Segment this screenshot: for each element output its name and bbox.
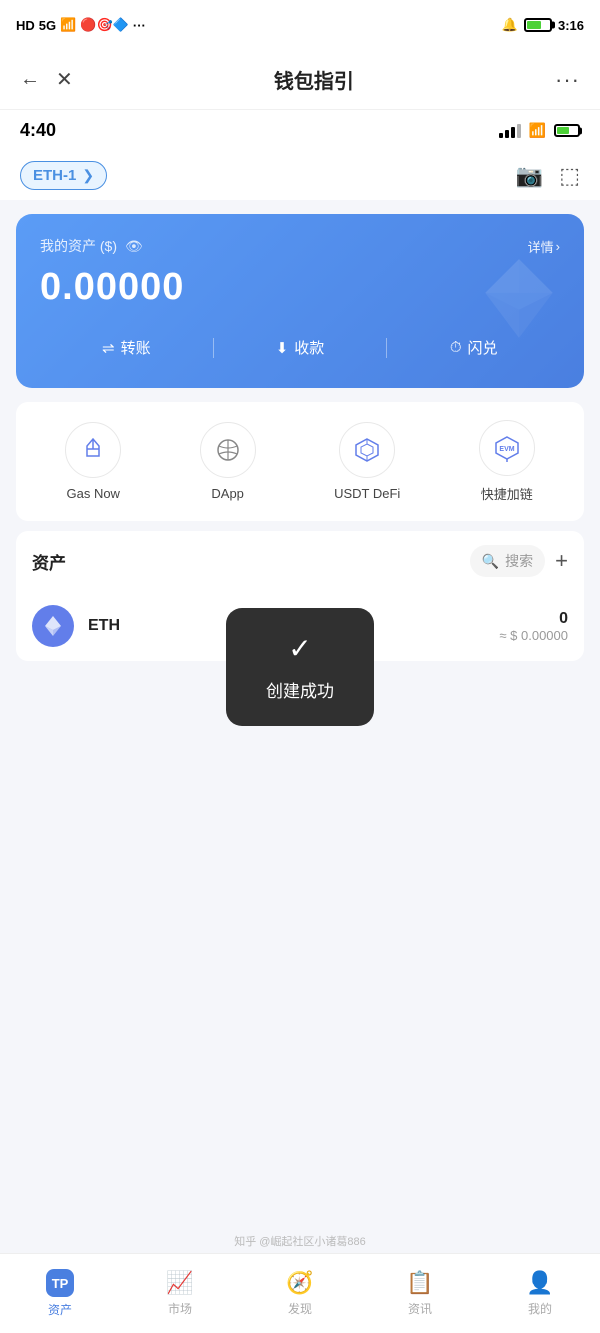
transfer-label: 转账 [121,337,151,358]
nav-left: ← ✕ [20,67,73,92]
scan-icon[interactable]: ⬚ [559,163,580,189]
usdt-defi-label: USDT DeFi [334,486,400,501]
quick-icons-row: Gas Now DApp USD [16,402,584,521]
bell-icon: 🔔 [502,17,518,33]
status-signal: 📶 [60,17,76,33]
receive-icon: ⬇ [276,339,289,357]
news-icon: 📋 [406,1270,433,1296]
app-content: 4:40 📶 ETH-1 ❯ 📷 ⬚ [0,110,600,1253]
gas-now-label: Gas Now [66,486,119,501]
inner-status-icons: 📶 [499,122,580,139]
eth-token-name: ETH [88,617,120,635]
evm-label: 快捷加链 [481,484,533,503]
transfer-button[interactable]: ⇌ 转账 [40,329,213,366]
status-hd: HD [16,18,35,33]
eth-network-badge[interactable]: ETH-1 ❯ [20,161,107,190]
dapp-icon [200,422,256,478]
tab-news[interactable]: 📋 资讯 [360,1270,480,1317]
search-box[interactable]: 🔍 搜索 [470,545,545,577]
status-time: 3:16 [558,18,584,33]
assets-section: 资产 🔍 搜索 + ETH 0 ≈ $ 0.00000 [16,531,584,661]
usdt-defi-icon [339,422,395,478]
tab-market[interactable]: 📈 市场 [120,1270,240,1317]
asset-card: 我的资产 ($) 👁 详情 › 0.00000 ⇌ 转账 ⬇ 收款 ⏱ 闪兑 [16,214,584,388]
eth-amount-column: 0 ≈ $ 0.00000 [499,610,568,643]
tab-news-label: 资讯 [408,1300,432,1317]
status-left: HD 5G 📶 🔴🎯🔷 ··· [16,17,146,33]
signal-bars-icon [499,124,521,138]
tab-discover-label: 发现 [288,1300,312,1317]
tab-profile[interactable]: 👤 我的 [480,1270,600,1317]
inner-status-bar: 4:40 📶 [0,110,600,151]
asset-label: 我的资产 ($) [40,236,117,256]
eye-icon[interactable]: 👁 [125,238,143,255]
tab-assets[interactable]: TP 资产 [0,1269,120,1318]
svg-text:EVM: EVM [499,446,514,453]
tab-profile-label: 我的 [528,1300,552,1317]
inner-battery-icon [554,124,580,137]
gas-now-icon [65,422,121,478]
eth-badge-label: ETH-1 [33,167,76,184]
eth-asset-row[interactable]: ETH 0 ≈ $ 0.00000 [16,591,584,661]
status-5g: 5G [39,18,56,33]
eth-diamond-icon [474,254,564,344]
receive-label: 收款 [294,337,324,358]
market-icon: 📈 [166,1270,193,1296]
toast-message: 创建成功 [266,677,334,702]
tab-discover[interactable]: 🧭 发现 [240,1270,360,1317]
transfer-icon: ⇌ [102,339,115,357]
profile-icon: 👤 [526,1270,553,1296]
close-button[interactable]: ✕ [56,67,73,92]
status-right: 🔔 3:16 [502,17,584,33]
bottom-tab-bar: TP 资产 📈 市场 🧭 发现 📋 资讯 👤 我的 [0,1253,600,1333]
eth-logo [32,605,74,647]
search-icon: 🔍 [482,553,499,570]
asset-label-row: 我的资产 ($) 👁 [40,236,143,256]
discover-icon: 🧭 [286,1270,313,1296]
quick-item-dapp[interactable]: DApp [200,422,256,501]
assets-title: 资产 [32,549,66,574]
wifi-icon: 📶 [529,122,546,139]
add-asset-button[interactable]: + [555,548,568,574]
top-bar: ETH-1 ❯ 📷 ⬚ [0,151,600,200]
status-bar: HD 5G 📶 🔴🎯🔷 ··· 🔔 3:16 [0,0,600,50]
tp-logo-icon: TP [46,1269,74,1297]
eth-usd-value: ≈ $ 0.00000 [499,628,568,643]
tab-market-label: 市场 [168,1300,192,1317]
receive-button[interactable]: ⬇ 收款 [214,329,387,366]
eth-balance: 0 [499,610,568,628]
assets-right: 🔍 搜索 + [470,545,568,577]
detail-chevron-icon: › [556,239,560,254]
tab-assets-label: 资产 [48,1301,72,1318]
status-apps: 🔴🎯🔷 [80,17,129,33]
exchange-icon: ⏱ [450,339,462,356]
more-button[interactable]: ··· [555,67,580,93]
inner-battery-fill [557,127,569,134]
watermark: 知乎 @崛起社区小诸葛886 [0,1233,600,1249]
page-title: 钱包指引 [274,65,354,94]
nav-bar: ← ✕ 钱包指引 ··· [0,50,600,110]
quick-item-gas-now[interactable]: Gas Now [65,422,121,501]
chevron-right-icon: ❯ [82,167,94,184]
top-bar-icons: 📷 ⬚ [516,163,580,189]
camera-icon[interactable]: 📷 [516,163,543,189]
quick-item-usdt-defi[interactable]: USDT DeFi [334,422,400,501]
assets-header: 资产 🔍 搜索 + [16,531,584,591]
dapp-label: DApp [211,486,244,501]
inner-time: 4:40 [20,120,56,141]
status-more: ··· [133,18,146,33]
card-bg-decoration [474,254,564,349]
quick-item-evm[interactable]: EVM 快捷加链 [479,420,535,503]
search-placeholder: 搜索 [505,551,533,571]
back-button[interactable]: ← [20,68,40,91]
battery-icon [524,18,552,32]
evm-icon: EVM [479,420,535,476]
battery-fill [527,21,541,29]
